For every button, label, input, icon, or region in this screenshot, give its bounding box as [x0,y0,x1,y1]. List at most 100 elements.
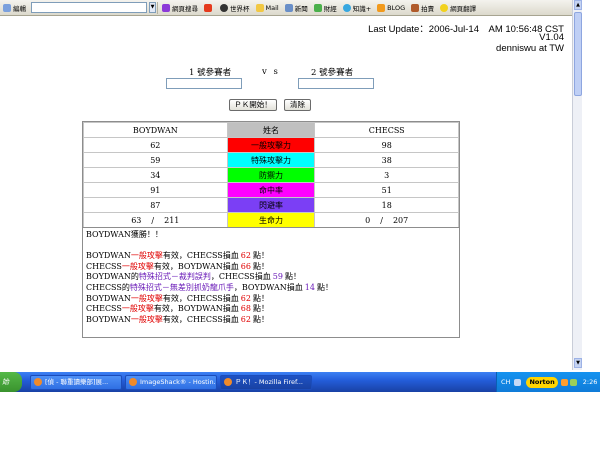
hp-slash: / [380,215,383,225]
toolbar-blog-label: BLOG [387,3,406,12]
input-language[interactable]: CH [501,378,510,386]
firefox-icon [129,378,137,386]
page-scrollbar[interactable]: ▲ ▼ [572,0,582,370]
player-1-name: BOYDWAN [84,123,227,137]
player-2-attack: 98 [315,138,458,152]
taskbar-item-label: [偵 - 聯重讀樂部]展... [45,377,109,386]
scroll-down-icon[interactable]: ▼ [574,358,582,368]
toolbar-knowledge-label: 知識+ [352,4,372,13]
log-end: 點！ [316,282,333,292]
player-2-hp-current: 0 [365,215,371,225]
log-result: ，CHECSS損血 [210,272,271,282]
knowledge-icon [342,3,351,12]
log-attacker: BOYDWAN [86,293,131,303]
windows-taskbar: 始 [偵 - 聯重讀樂部]展... ImageShack® - Hostin..… [0,372,600,392]
log-attacker: BOYDWAN的 [86,272,139,282]
table-row: 63 / 211 生命力 0 / 207 [84,213,458,227]
log-damage: 62 [240,251,251,261]
search-icon [162,3,170,12]
start-button[interactable]: 始 [0,372,22,392]
toolbar-finance-label: 財經 [323,4,337,13]
log-move: 一般攻擊 [121,261,154,271]
toolbar-finance-button[interactable]: 財經 [311,1,340,15]
taskbar-item-label: ＰＫ！- Mozilla Firef... [235,377,303,386]
toolbar-search-input[interactable] [31,2,147,13]
toolbar-web-search-button[interactable]: 網頁搜尋 [159,1,201,15]
scrollbar-thumb[interactable] [574,12,582,96]
toolbar-translate-label: 網頁翻譯 [450,4,477,13]
chevron-down-icon[interactable]: ▼ [149,2,156,13]
log-end: 點！ [252,314,269,324]
log-move: 一般攻擊 [130,293,163,303]
clear-button[interactable]: 清除 [284,99,311,111]
toolbar-worldcup-button[interactable]: 世界杯 [217,1,253,15]
log-line: BOYDWAN一般攻擊有效，CHECSS損血 62 點！ [86,251,456,262]
log-attacker: CHECSS [86,304,122,314]
table-row: BOYDWAN 姓名 CHECSS [84,123,458,137]
pk-start-button[interactable]: ＰＫ開始！ [229,99,277,111]
toolbar-edit-label: 編輯 [13,4,26,13]
log-result: ，BOYDWAN損血 [233,282,303,292]
plus-icon [204,3,212,12]
player-2-hp-max: 207 [392,215,409,225]
log-damage: 14 [304,282,315,292]
stat-label-hp: 生命力 [227,213,315,227]
competitor-2-label: 2 號參賽者 [311,68,354,78]
clock: 2:26 [582,378,598,386]
log-damage: 66 [240,261,251,271]
player-1-special-attack: 59 [84,153,227,167]
taskbar-item-imageshack[interactable]: ImageShack® - Hostin... [125,374,217,390]
log-line: BOYDWAN一般攻擊有效，CHECSS損血 62 點！ [86,294,456,305]
toolbar-divider [157,1,158,14]
log-attacker: CHECSS [86,261,122,271]
toolbar-web-search-label: 網頁搜尋 [172,4,198,13]
log-move: 一般攻擊 [130,314,163,324]
player-2-evasion: 18 [315,198,458,212]
hp-slash: / [151,215,155,225]
scroll-up-icon[interactable]: ▲ [574,0,582,10]
competitor-1-input[interactable] [166,78,242,89]
table-row: 62 一般攻擊力 98 [84,138,458,152]
soccer-icon [220,3,228,12]
toolbar-edit-button[interactable]: 編輯 [0,1,29,15]
toolbar-auction-button[interactable]: 拍賣 [408,1,437,15]
norton-badge[interactable]: Norton [526,376,558,388]
toolbar-translate-button[interactable]: 網頁翻譯 [437,1,479,15]
log-damage: 68 [240,304,251,314]
log-line: BOYDWAN一般攻擊有效，CHECSS損血 62 點！ [86,315,456,326]
table-row: 59 特殊攻擊力 38 [84,153,458,167]
ime-icon[interactable] [514,378,522,386]
log-damage: 62 [240,293,251,303]
stats-table: BOYDWAN 姓名 CHECSS 62 一般攻擊力 98 59 特殊攻擊力 3… [82,121,460,229]
player-1-defense: 34 [84,168,227,182]
player-1-evasion: 87 [84,198,227,212]
player-1-hp: 63 / 211 [84,213,227,227]
log-line: CHECSS一般攻擊有效，BOYDWAN損血 68 點！ [86,304,456,315]
toolbar-blog-button[interactable]: BLOG [374,1,408,15]
battle-log: BOYDWAN獲勝！！ BOYDWAN一般攻擊有效，CHECSS損血 62 點！ CH… [82,227,460,338]
table-row: 87 閃避率 18 [84,198,458,212]
taskbar-item-pk[interactable]: ＰＫ！- Mozilla Firef... [220,374,312,390]
player-2-hp: 0 / 207 [315,213,458,227]
player-1-accuracy: 91 [84,183,227,197]
tray-app-icon[interactable] [560,378,568,386]
log-lines: BOYDWAN一般攻擊有效，CHECSS損血 62 點！ CHECSS一般攻擊有效，B… [86,251,456,325]
player-1-hp-max: 211 [164,215,180,225]
stat-label-accuracy: 命中率 [227,183,315,197]
log-line: CHECSS一般攻擊有效，BOYDWAN損血 66 點！ [86,262,456,273]
log-result: 有效，CHECSS損血 [162,251,239,261]
mail-icon [255,3,264,12]
toolbar-news-button[interactable]: 新聞 [282,1,311,15]
toolbar-knowledge-button[interactable]: 知識+ [340,1,374,15]
toolbar-mail-button[interactable]: Mail [253,1,282,15]
version-text: V1.04 [539,32,564,43]
taskbar-item-forum[interactable]: [偵 - 聯重讀樂部]展... [30,374,122,390]
competitor-2-input[interactable] [298,78,374,89]
log-end: 點！ [284,272,301,282]
log-attacker: BOYDWAN [86,314,131,324]
player-2-name: CHECSS [315,123,458,137]
toolbar-plus-button[interactable] [201,1,217,15]
system-tray: CH Norton 2:26 [496,372,600,392]
network-icon[interactable] [569,378,577,386]
taskbar-item-label: ImageShack® - Hostin... [140,377,217,386]
